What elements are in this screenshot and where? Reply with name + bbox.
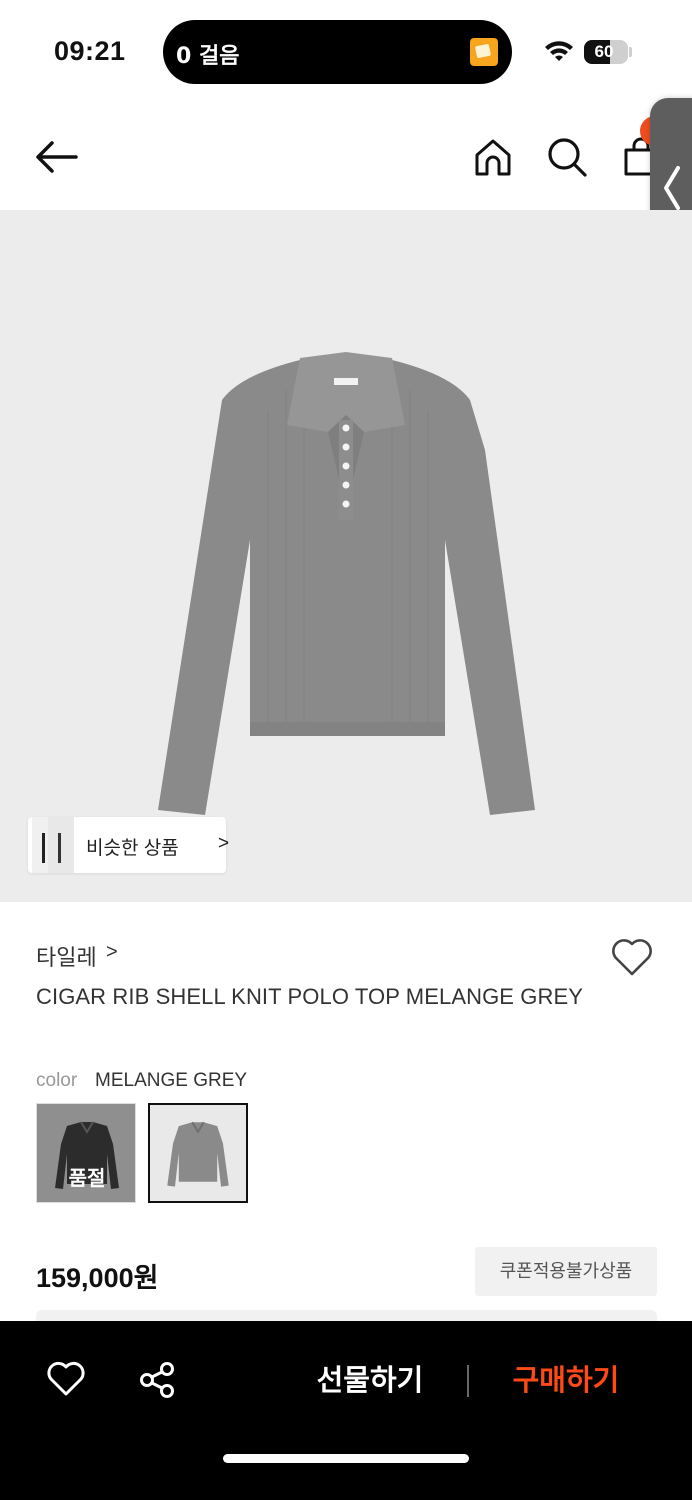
heart-icon[interactable] — [610, 937, 654, 977]
status-time: 09:21 — [54, 36, 126, 66]
step-count-text: 0 걸음 — [176, 44, 240, 69]
coupon-badge: 쿠폰적용불가상품 — [475, 1247, 657, 1296]
back-arrow-icon[interactable] — [34, 140, 78, 174]
product-title: CIGAR RIB SHELL KNIT POLO TOP MELANGE GR… — [36, 984, 584, 1009]
chevron-right-icon[interactable]: > — [106, 941, 118, 964]
share-icon[interactable] — [138, 1361, 176, 1399]
product-image[interactable]: 비슷한 상품 > — [0, 210, 692, 902]
chevron-right-icon: > — [218, 833, 230, 854]
similar-thumbnails — [32, 817, 74, 873]
similar-products-label: 비슷한 상품 — [86, 838, 179, 859]
home-icon[interactable] — [472, 136, 514, 178]
divider — [467, 1365, 469, 1397]
sweater-image — [158, 352, 535, 815]
battery-tip — [629, 47, 632, 57]
heart-icon[interactable] — [46, 1361, 86, 1397]
battery-icon: 60 — [584, 40, 628, 64]
search-icon[interactable] — [546, 136, 588, 178]
color-swatch-black[interactable]: 품절 — [36, 1103, 136, 1203]
wifi-icon — [545, 41, 573, 61]
bottom-action-bar: 선물하기 구매하기 — [0, 1321, 692, 1500]
app-icon — [470, 38, 498, 66]
gift-button[interactable]: 선물하기 — [300, 1361, 440, 1401]
brand-link[interactable]: 타일레 — [36, 940, 97, 972]
color-value: MELANGE GREY — [95, 1070, 248, 1091]
battery-level: 60 — [594, 42, 614, 61]
grey-sweater-thumbnail — [167, 1121, 229, 1187]
similar-products-button[interactable]: 비슷한 상품 > — [28, 817, 230, 873]
chevron-left-icon — [664, 166, 680, 210]
top-navigation — [0, 100, 692, 210]
soldout-label: 품절 — [68, 1168, 106, 1190]
buy-button[interactable]: 구매하기 — [496, 1361, 636, 1401]
color-swatch-melange-grey[interactable] — [148, 1103, 248, 1203]
color-label: color — [36, 1070, 78, 1091]
product-price: 159,000원 — [36, 1263, 159, 1293]
home-indicator[interactable] — [223, 1454, 469, 1463]
status-bar: 09:21 0 걸음 60 — [0, 0, 692, 100]
